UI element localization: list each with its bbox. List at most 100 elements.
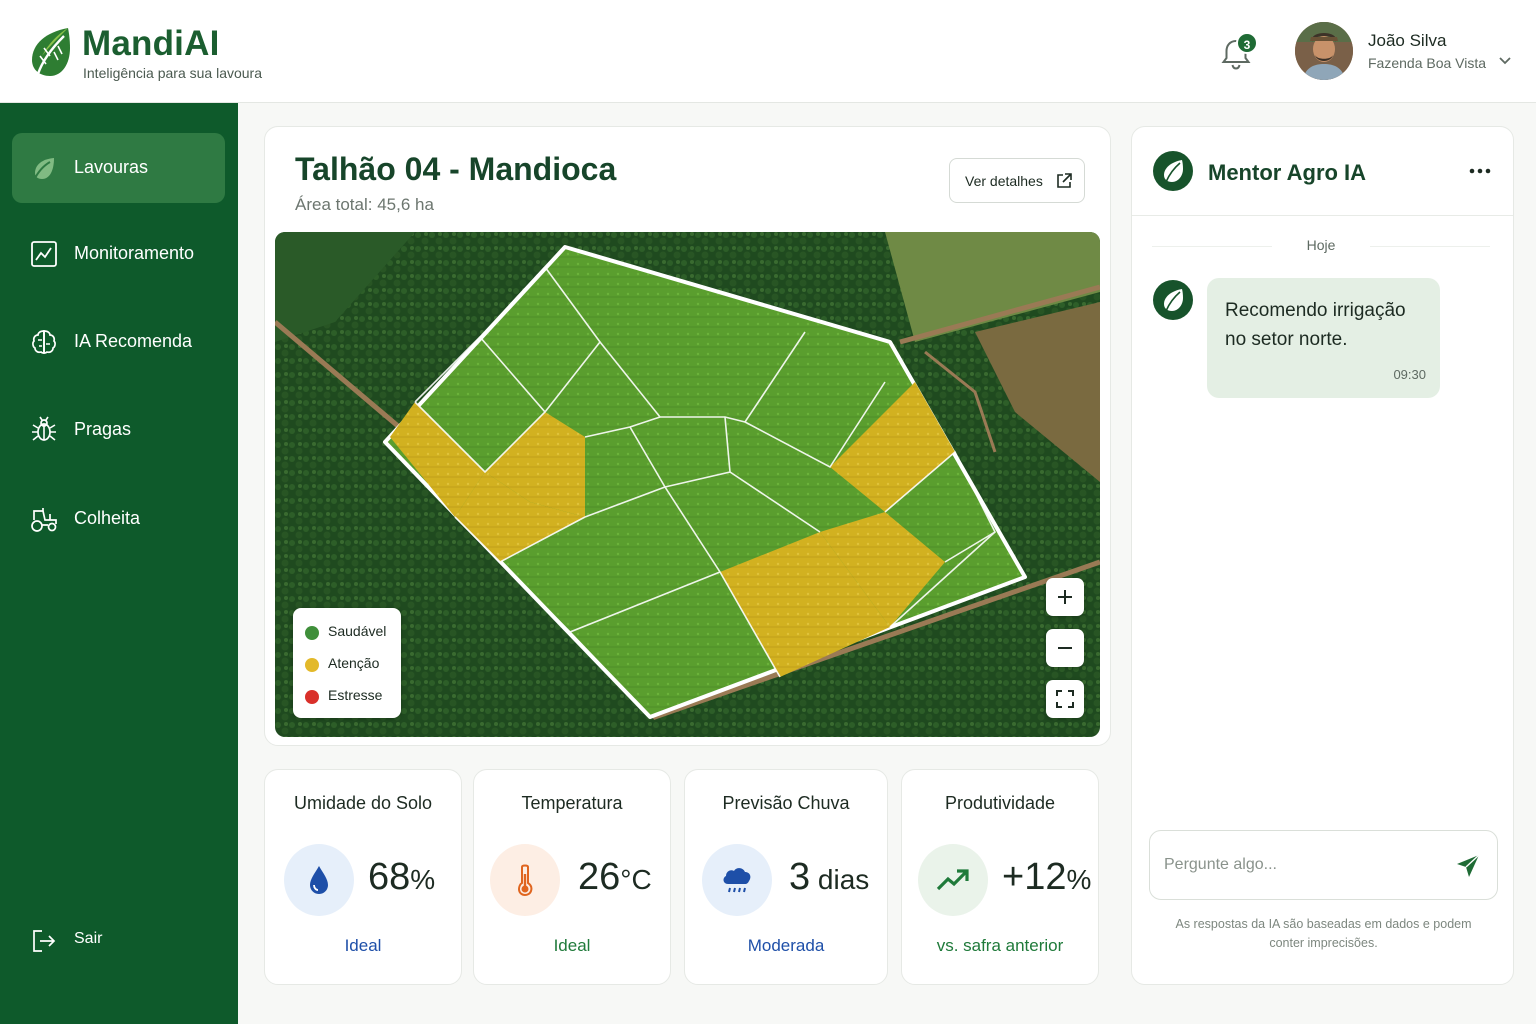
metric-icon-circle [284,844,354,916]
metric-icon-circle [702,844,772,916]
chat-title: Mentor Agro IA [1208,160,1367,185]
sidebar: Lavouras Monitoramento IA Recomenda Prag… [0,103,238,1024]
water-drop-icon [310,866,328,894]
details-button-label: Ver detalhes [965,173,1043,189]
user-farm: Fazenda Boa Vista [1368,55,1487,71]
brain-icon [32,330,56,354]
logout-button[interactable]: Sair [30,923,180,963]
trend-up-icon [936,869,969,891]
separator-line [1370,246,1490,247]
metric-status: Ideal [553,936,591,955]
map-legend: Saudável Atenção Estresse [293,608,401,718]
bot-avatar [1153,151,1193,191]
send-icon[interactable] [1455,853,1481,879]
metric-number: 26 [578,856,621,898]
sidebar-item-ia-recomenda[interactable]: IA Recomenda [12,307,225,377]
fullscreen-button[interactable] [1046,680,1084,718]
sidebar-item-lavouras[interactable]: Lavouras [12,133,225,203]
sidebar-item-label: Pragas [74,419,132,439]
chat-panel: Mentor Agro IA Hoje Recomendo irrigação … [1131,126,1514,985]
sidebar-item-label: Monitoramento [74,243,195,263]
user-photo [1295,22,1353,80]
metric-card-temperature: Temperatura 26°C Ideal [473,769,671,985]
metric-value: 68% [368,856,435,899]
leaf-logo-icon [32,28,70,76]
chat-message-time: 09:30 [1393,367,1426,382]
tractor-icon [31,508,57,532]
ai-disclaimer: As respostas da IA são baseadas em dados… [1175,917,1472,950]
chevron-down-icon[interactable] [1498,56,1512,66]
app-root: MandiAI Inteligência para sua lavoura 3 … [0,0,1536,1024]
metric-title: Produtividade [944,793,1056,813]
metric-status: vs. safra anterior [936,936,1064,955]
field-area: Área total: 45,6 ha [295,195,434,214]
metric-number: 68 [368,856,411,898]
metric-value: +12% [1002,856,1091,899]
sidebar-item-monitoramento[interactable]: Monitoramento [12,219,225,289]
day-separator: Hoje [1152,237,1490,257]
metric-title: Temperatura [521,793,623,813]
sidebar-item-pragas[interactable]: Pragas [12,395,225,465]
metric-unit: % [410,864,436,895]
metric-title: Previsão Chuva [722,793,850,813]
metric-icon-circle [918,844,988,916]
metric-card-rain-forecast: Previsão Chuva 3 dias Moderada [684,769,888,985]
legend-label: Atenção [328,655,380,671]
brand-tagline: Inteligência para sua lavoura [83,65,263,81]
zoom-out-button[interactable] [1046,629,1084,667]
leaf-logo-icon [1164,289,1183,312]
thermometer-icon [517,864,533,897]
details-button[interactable]: Ver detalhes [949,158,1085,203]
metric-value: 26°C [578,856,652,899]
leaf-icon [33,158,54,181]
day-label: Hoje [1306,237,1336,253]
leaf-logo-icon [1164,160,1183,183]
metric-card-productivity: Produtividade +12% vs. safra anterior [901,769,1099,985]
legend-label: Saudável [328,623,387,639]
minus-icon [1058,647,1072,649]
chart-line-icon [31,241,57,267]
metric-status: Ideal [344,936,382,955]
metric-title: Umidade do Solo [293,793,433,813]
metric-value: 3 dias [789,856,869,899]
legend-dot-healthy [305,626,319,640]
chat-message-text: Recomendo irrigação no setor norte. [1225,300,1406,350]
sidebar-item-label: Lavouras [74,157,149,177]
legend-dot-stress [305,690,319,704]
chat-header: Mentor Agro IA [1132,127,1513,216]
chat-input[interactable] [1164,851,1434,879]
brand-name: MandiAI [82,24,220,63]
metric-unit: % [1066,864,1092,895]
user-name: João Silva [1368,31,1447,50]
logout-label: Sair [74,930,103,947]
plus-icon [1058,590,1072,604]
logout-icon [33,930,56,952]
metric-icon-circle [490,844,560,916]
avatar[interactable] [1295,22,1353,80]
sidebar-item-label: Colheita [74,508,141,528]
bug-icon [32,416,56,441]
zoom-in-button[interactable] [1046,578,1084,616]
metric-status: Moderada [747,936,825,955]
field-title: Talhão 04 - Mandioca [295,151,617,187]
fullscreen-icon [1056,690,1074,708]
legend-label: Estresse [328,687,383,703]
metric-number: +12 [1002,856,1067,898]
metric-number: 3 [789,856,811,898]
bot-avatar [1153,280,1193,320]
more-options-icon[interactable] [1468,163,1492,179]
external-link-icon [1057,173,1072,188]
legend-dot-warning [305,658,319,672]
sidebar-item-label: IA Recomenda [74,331,193,351]
notification-badge: 3 [1236,32,1258,54]
top-bar: MandiAI Inteligência para sua lavoura 3 … [0,0,1536,103]
rain-cloud-icon [723,868,751,893]
sidebar-item-colheita[interactable]: Colheita [12,484,225,554]
chat-input-box [1149,830,1498,900]
metric-card-soil-moisture: Umidade do Solo 68% Ideal [264,769,462,985]
metric-unit: dias [810,864,870,895]
field-card: Talhão 04 - Mandioca Área total: 45,6 ha… [264,126,1111,746]
chat-message-bubble: Recomendo irrigação no setor norte. 09:3… [1207,278,1440,398]
field-map[interactable]: Saudável Atenção Estresse [275,232,1100,737]
metric-unit: °C [620,864,652,895]
